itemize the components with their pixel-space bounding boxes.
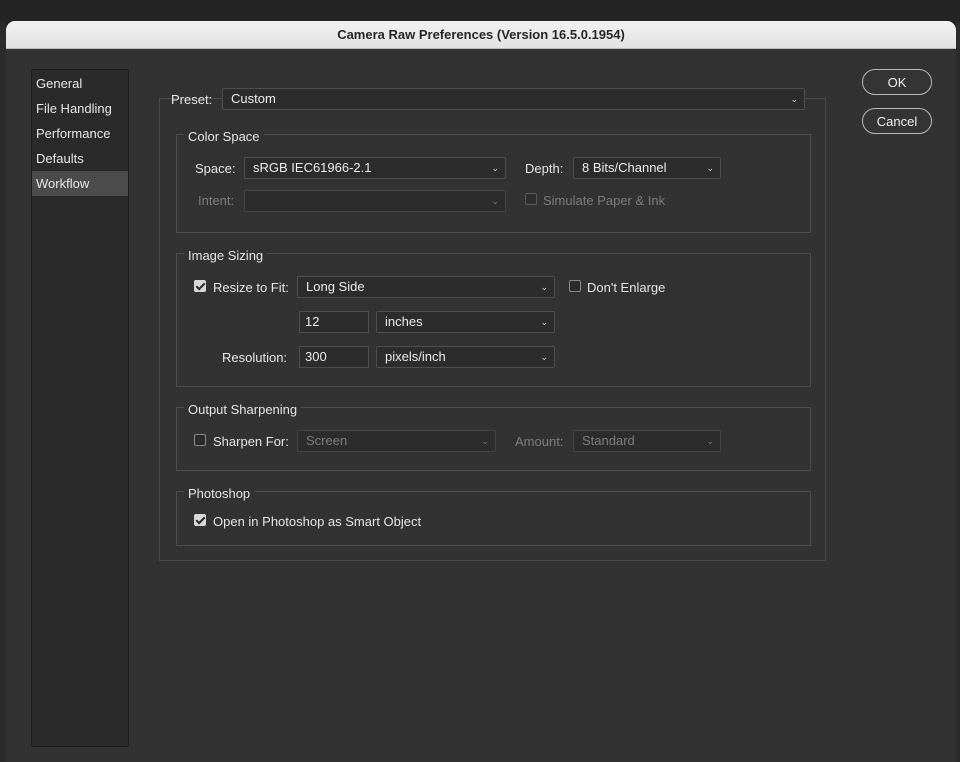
dialog-title: Camera Raw Preferences (Version 16.5.0.1…: [6, 21, 956, 49]
simulate-paper-label: Simulate Paper & Ink: [543, 193, 666, 208]
sharpen-for-checkbox[interactable]: [194, 434, 206, 446]
chevron-down-icon: ⌄: [481, 436, 489, 446]
amount-dropdown[interactable]: Standard ⌄: [573, 430, 721, 452]
preset-label: Preset:: [171, 92, 213, 107]
sharpen-for-value: Screen: [306, 433, 348, 448]
sharpen-for-label: Sharpen For:: [213, 434, 289, 449]
resolution-unit-dropdown[interactable]: pixels/inch ⌄: [376, 346, 555, 368]
resolution-label: Resolution:: [222, 350, 288, 365]
sidebar-item-file-handling[interactable]: File Handling: [32, 96, 128, 121]
sidebar-item-performance[interactable]: Performance: [32, 121, 128, 146]
chevron-down-icon: ⌄: [790, 94, 798, 104]
background-app-right: [956, 22, 960, 762]
preferences-sidebar: General File Handling Performance Defaul…: [31, 69, 129, 747]
output-sharpening-title: Output Sharpening: [184, 402, 302, 417]
sidebar-item-defaults[interactable]: Defaults: [32, 146, 128, 171]
resolution-input[interactable]: 300: [299, 346, 369, 368]
chevron-down-icon: ⌄: [540, 317, 548, 327]
resize-to-fit-dropdown[interactable]: Long Side ⌄: [297, 276, 555, 298]
size-unit-value: inches: [385, 314, 423, 329]
dont-enlarge-label: Don't Enlarge: [587, 280, 666, 295]
color-space-title: Color Space: [184, 129, 264, 144]
photoshop-title: Photoshop: [184, 486, 255, 501]
resize-to-fit-label: Resize to Fit:: [213, 280, 289, 295]
chevron-down-icon: ⌄: [491, 196, 499, 206]
background-app-toolbar: [0, 0, 960, 22]
chevron-down-icon: ⌄: [540, 282, 548, 292]
preset-dropdown[interactable]: Custom ⌄: [222, 88, 805, 110]
amount-label: Amount:: [515, 434, 564, 449]
preset-value: Custom: [231, 91, 276, 106]
chevron-down-icon: ⌄: [540, 352, 548, 362]
resize-to-fit-checkbox[interactable]: [194, 280, 206, 292]
preferences-dialog: Camera Raw Preferences (Version 16.5.0.1…: [6, 21, 956, 762]
cancel-button[interactable]: Cancel: [862, 108, 932, 134]
simulate-paper-checkbox[interactable]: [525, 193, 537, 205]
sidebar-item-workflow[interactable]: Workflow: [32, 171, 128, 196]
size-input[interactable]: 12: [299, 311, 369, 333]
resolution-unit-value: pixels/inch: [385, 349, 446, 364]
depth-label: Depth:: [525, 161, 564, 176]
space-label: Space:: [195, 161, 236, 176]
smart-object-checkbox[interactable]: [194, 514, 206, 526]
depth-dropdown[interactable]: 8 Bits/Channel ⌄: [573, 157, 721, 179]
intent-dropdown[interactable]: ⌄: [244, 190, 506, 212]
space-value: sRGB IEC61966-2.1: [253, 160, 372, 175]
depth-value: 8 Bits/Channel: [582, 160, 667, 175]
color-space-group: [176, 134, 811, 233]
resize-to-fit-value: Long Side: [306, 279, 365, 294]
ok-button[interactable]: OK: [862, 69, 932, 95]
sharpen-for-dropdown[interactable]: Screen ⌄: [297, 430, 496, 452]
amount-value: Standard: [582, 433, 635, 448]
image-sizing-title: Image Sizing: [184, 248, 268, 263]
size-unit-dropdown[interactable]: inches ⌄: [376, 311, 555, 333]
dont-enlarge-checkbox[interactable]: [569, 280, 581, 292]
smart-object-label: Open in Photoshop as Smart Object: [213, 514, 422, 529]
chevron-down-icon: ⌄: [706, 163, 714, 173]
chevron-down-icon: ⌄: [491, 163, 499, 173]
sidebar-item-general[interactable]: General: [32, 71, 128, 96]
chevron-down-icon: ⌄: [706, 436, 714, 446]
intent-label: Intent:: [198, 193, 235, 208]
space-dropdown[interactable]: sRGB IEC61966-2.1 ⌄: [244, 157, 506, 179]
